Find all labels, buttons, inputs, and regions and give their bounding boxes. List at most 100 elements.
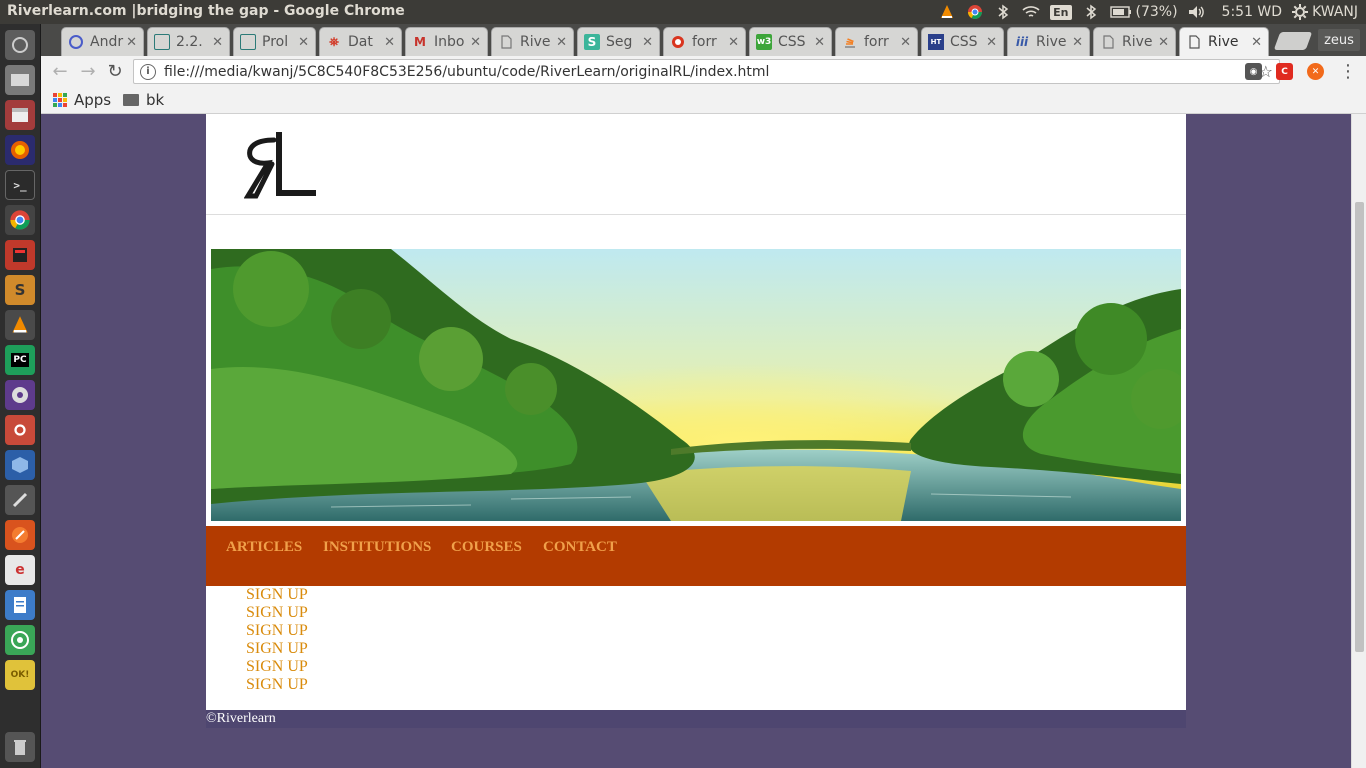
vlc-tray-icon[interactable]: [938, 3, 956, 21]
user-name: KWANJ: [1312, 4, 1358, 20]
tab-4[interactable]: M Inbo ✕: [405, 27, 488, 56]
dash-home-icon[interactable]: [5, 30, 35, 60]
document-viewer-icon[interactable]: e: [5, 555, 35, 585]
tab-2[interactable]: Prol ✕: [233, 27, 316, 56]
system-settings-icon[interactable]: [5, 415, 35, 445]
clock[interactable]: 5:51 WD: [1222, 4, 1283, 20]
reload-button[interactable]: ↻: [104, 60, 126, 82]
tab-close-icon[interactable]: ✕: [1158, 35, 1169, 50]
tab-7[interactable]: forr ✕: [663, 27, 746, 56]
postman-icon[interactable]: [5, 520, 35, 550]
address-url[interactable]: file:///media/kwanj/5C8C540F8C53E256/ubu…: [164, 64, 1259, 80]
tab-10[interactable]: HT CSS ✕: [921, 27, 1004, 56]
bluetooth-icon[interactable]: [994, 3, 1012, 21]
archive-icon[interactable]: [5, 100, 35, 130]
kebab-menu-icon: ⋮: [1339, 60, 1357, 82]
tab-close-icon[interactable]: ✕: [814, 35, 825, 50]
tab-close-icon[interactable]: ✕: [986, 35, 997, 50]
scrollbar-thumb[interactable]: [1355, 202, 1364, 652]
address-bar[interactable]: i file:///media/kwanj/5C8C540F8C53E256/u…: [133, 59, 1280, 84]
bluetooth-icon-secondary[interactable]: [1082, 3, 1100, 21]
tab-9[interactable]: forr ✕: [835, 27, 918, 56]
document-icon: [1186, 34, 1202, 50]
tab-12[interactable]: Rive ✕: [1093, 27, 1176, 56]
signup-link[interactable]: SIGN UP: [246, 604, 308, 622]
tab-close-icon[interactable]: ✕: [642, 35, 653, 50]
tab-close-icon[interactable]: ✕: [728, 35, 739, 50]
top-panel: Riverlearn.com |bridging the gap - Googl…: [0, 0, 1366, 24]
forward-button[interactable]: →: [77, 60, 99, 82]
calculator-icon[interactable]: [5, 240, 35, 270]
extension-cors-icon[interactable]: C: [1276, 63, 1293, 80]
copyright-text: ©Riverlearn: [206, 711, 276, 726]
tab-5[interactable]: Rive ✕: [491, 27, 574, 56]
nav-institutions-link[interactable]: INSTITUTIONS: [323, 539, 431, 556]
signup-link[interactable]: SIGN UP: [246, 658, 308, 676]
battery-icon: [1109, 6, 1131, 18]
tab-close-icon[interactable]: ✕: [212, 35, 223, 50]
gmail-icon: M: [414, 35, 426, 49]
site-header: [206, 114, 1186, 215]
bookmark-apps[interactable]: Apps: [53, 91, 111, 109]
volume-icon[interactable]: [1188, 3, 1206, 21]
tab-6[interactable]: S Seg ✕: [577, 27, 660, 56]
chrome-launcher-icon[interactable]: [5, 205, 35, 235]
site-logo[interactable]: [243, 124, 320, 200]
firefox-icon[interactable]: [5, 135, 35, 165]
tab-1[interactable]: 2.2. ✕: [147, 27, 230, 56]
tab-0[interactable]: Andr ✕: [61, 27, 144, 56]
tab-active[interactable]: Rive ✕: [1179, 27, 1269, 56]
writer-icon[interactable]: [5, 590, 35, 620]
reload-icon: ↻: [107, 60, 123, 82]
chat-icon[interactable]: [5, 625, 35, 655]
tab-close-icon[interactable]: ✕: [298, 35, 309, 50]
w3schools-icon: w3: [756, 34, 772, 50]
nav-courses-link[interactable]: COURSES: [451, 539, 522, 556]
bookmarks-bar: Apps bk: [41, 86, 1366, 114]
tab-close-icon[interactable]: ✕: [384, 35, 395, 50]
nav-articles-link[interactable]: ARTICLES: [226, 539, 302, 556]
tab-11[interactable]: iii Rive ✕: [1007, 27, 1090, 56]
trash-icon[interactable]: [5, 732, 35, 762]
chrome-menu-button[interactable]: ⋮: [1337, 60, 1359, 82]
keyboard-layout-indicator[interactable]: En: [1050, 4, 1072, 20]
bookmark-folder-bk[interactable]: bk: [123, 91, 164, 109]
segment-icon: S: [584, 34, 600, 50]
media-player-icon[interactable]: [5, 380, 35, 410]
signup-link[interactable]: SIGN UP: [246, 676, 308, 694]
wifi-icon[interactable]: [1022, 3, 1040, 21]
tab-8[interactable]: w3 CSS ✕: [749, 27, 832, 56]
text-editor-icon[interactable]: [5, 485, 35, 515]
tab-3[interactable]: ⛯ Dat ✕: [319, 27, 402, 56]
info-icon[interactable]: i: [140, 63, 156, 80]
signup-link[interactable]: SIGN UP: [246, 640, 308, 658]
tab-close-icon[interactable]: ✕: [556, 35, 567, 50]
sublime-text-icon[interactable]: S: [5, 275, 35, 305]
signup-link[interactable]: SIGN UP: [246, 622, 308, 640]
hero-banner-image: [211, 249, 1181, 521]
battery-indicator[interactable]: (73%): [1109, 4, 1178, 20]
browser-window: Andr ✕ 2.2. ✕ Prol ✕ ⛯ Dat ✕ M Inbo ✕ Rive ✕ S Se…: [41, 24, 1366, 768]
session-menu[interactable]: KWANJ: [1292, 4, 1358, 20]
vlc-launcher-icon[interactable]: [5, 310, 35, 340]
back-button[interactable]: ←: [49, 60, 71, 82]
files-icon[interactable]: [5, 65, 35, 95]
new-tab-button[interactable]: [1273, 32, 1313, 50]
tab-close-icon[interactable]: ✕: [1251, 35, 1262, 50]
chrome-tray-icon[interactable]: [966, 3, 984, 21]
battery-percent: (73%): [1135, 4, 1178, 20]
nav-contact-link[interactable]: CONTACT: [543, 539, 617, 556]
extension-orange-icon[interactable]: ✕: [1307, 63, 1324, 80]
app-okl-icon[interactable]: OK!: [5, 660, 35, 690]
profile-button[interactable]: zeus: [1318, 29, 1360, 51]
terminal-icon[interactable]: >_: [5, 170, 35, 200]
tab-close-icon[interactable]: ✕: [470, 35, 481, 50]
signup-link[interactable]: SIGN UP: [246, 586, 308, 604]
pycharm-icon[interactable]: PC: [5, 345, 35, 375]
tab-close-icon[interactable]: ✕: [126, 35, 137, 50]
tab-close-icon[interactable]: ✕: [900, 35, 911, 50]
extension-lightbulb-icon[interactable]: ◉: [1245, 63, 1262, 80]
virtualbox-icon[interactable]: [5, 450, 35, 480]
tab-close-icon[interactable]: ✕: [1072, 35, 1083, 50]
page-scrollbar[interactable]: [1351, 114, 1366, 768]
